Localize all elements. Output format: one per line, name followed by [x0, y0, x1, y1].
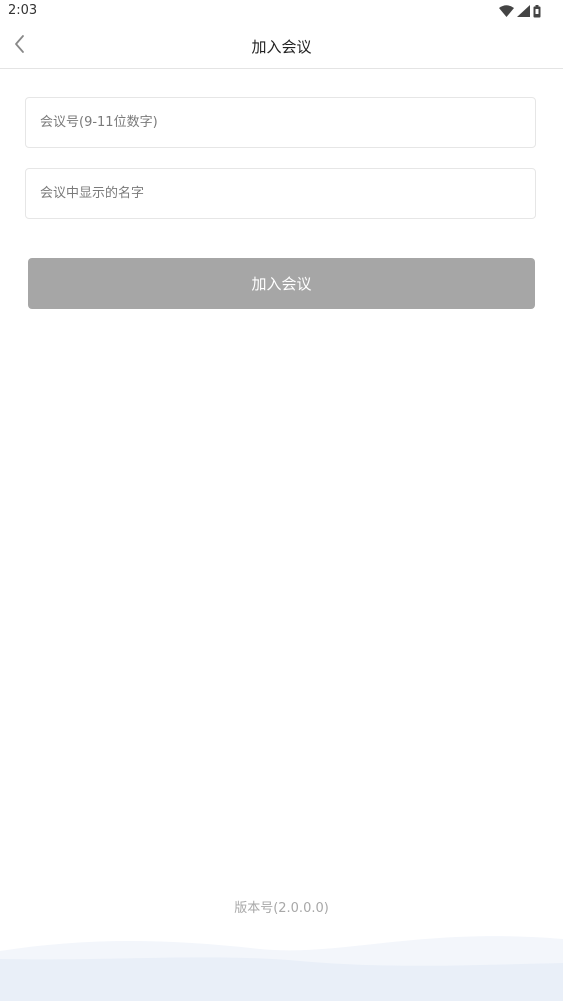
display-name-field[interactable] [25, 168, 536, 219]
join-meeting-button[interactable]: 加入会议 [28, 258, 535, 309]
bottom-wave-decoration [0, 925, 563, 1001]
battery-icon [533, 4, 541, 18]
top-nav-bar: 加入会议 [0, 24, 563, 69]
version-label: 版本号(2.0.0.0) [234, 901, 329, 916]
signal-icon [517, 5, 530, 17]
wifi-icon [499, 5, 514, 17]
status-icons [499, 4, 541, 18]
meeting-number-field[interactable] [25, 97, 536, 148]
status-time: 2:03 [8, 3, 38, 18]
meeting-number-input[interactable] [26, 98, 535, 147]
status-bar: 2:03 [0, 0, 563, 24]
page-title: 加入会议 [251, 38, 312, 56]
display-name-input[interactable] [26, 169, 535, 218]
